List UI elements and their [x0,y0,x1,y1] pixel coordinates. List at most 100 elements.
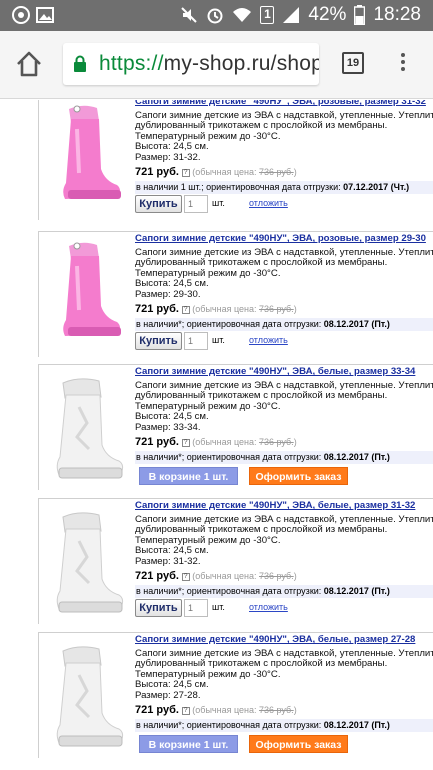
gallery-icon [36,7,54,23]
quantity-input[interactable]: 1 [184,195,208,213]
product-title-link[interactable]: Сапоги зимние детские "490НУ", ЭВА, розо… [135,100,433,108]
old-price-label: (обычная цена: [192,166,259,177]
url-text: https://my-shop.ru/shop [99,52,319,76]
size-line: Размер: 31-32. [135,555,201,567]
ship-date: 08.12.2017 (Пт.) [323,318,390,329]
old-price-value: 736 руб. [259,303,294,314]
old-price-value: 736 руб. [259,436,294,447]
battery-percent: 42% [308,4,347,25]
old-price: (обычная цена: 736 руб.) [192,437,296,447]
availability: в наличии*; ориентировочная дата отгрузк… [135,718,433,732]
checkout-button[interactable]: Оформить заказ [249,735,348,753]
home-icon[interactable] [14,49,44,79]
postpone-link[interactable]: отложить [249,335,288,345]
buy-row: Купить 1 шт. отложить [135,195,433,213]
product-image[interactable] [39,232,129,358]
buy-button[interactable]: Купить [135,599,182,617]
price-line: 721 руб. ? (обычная цена: 736 руб.) [135,435,433,449]
product-card: Сапоги зимние детские "490НУ", ЭВА, белы… [38,632,433,758]
availability: в наличии*; ориентировочная дата отгрузк… [135,317,433,331]
product-image[interactable] [39,633,129,759]
old-price-close: ) [293,704,297,715]
old-price: (обычная цена: 736 руб.) [192,304,296,314]
postpone-link[interactable]: отложить [249,602,288,612]
in-cart-button[interactable]: В корзине 1 шт. [139,467,238,485]
old-price: (обычная цена: 736 руб.) [192,705,296,715]
product-description: Сапоги зимние детские из ЭВА с надставко… [135,247,433,301]
old-price-close: ) [293,570,297,581]
availability: в наличии*; ориентировочная дата отгрузк… [135,584,433,598]
product-card: Сапоги зимние детские "490НУ", ЭВА, розо… [38,231,433,357]
product-title-link[interactable]: Сапоги зимние детские "490НУ", ЭВА, белы… [135,634,433,646]
white-boot-image [56,512,124,613]
product-title-link[interactable]: Сапоги зимние детские "490НУ", ЭВА, белы… [135,366,433,378]
buy-button[interactable]: Купить [135,332,182,350]
in-cart-button[interactable]: В корзине 1 шт. [139,735,238,753]
availability: в наличии*; ориентировочная дата отгрузк… [135,450,433,464]
help-icon[interactable]: ? [181,572,190,581]
price-line: 721 руб. ? (обычная цена: 736 руб.) [135,569,433,583]
tab-switcher-button[interactable]: 19 [342,52,364,74]
signal-icon [283,7,300,23]
price-line: 721 руб. ? (обычная цена: 736 руб.) [135,704,433,717]
product-card: Сапоги зимние детские "490НУ", ЭВА, розо… [38,100,433,220]
product-image[interactable] [39,499,129,625]
product-info: Сапоги зимние детские "490НУ", ЭВА, розо… [135,233,433,331]
quantity-input[interactable]: 1 [184,332,208,350]
ship-date: 08.12.2017 (Пт.) [323,451,390,462]
pink-boot-image [63,242,121,336]
old-price-label: (обычная цена: [192,303,259,314]
product-info: Сапоги зимние детские "490НУ", ЭВА, белы… [135,634,433,732]
price-line: 721 руб. ? (обычная цена: 736 руб.) [135,165,433,179]
price: 721 руб. [135,569,179,582]
product-image[interactable] [39,100,129,221]
product-description: Сапоги зимние детские из ЭВА с надставко… [135,514,433,568]
clock: 18:28 [373,4,421,25]
price-line: 721 руб. ? (обычная цена: 736 руб.) [135,303,433,316]
old-price: (обычная цена: 736 руб.) [192,167,296,177]
availability-text: в наличии*; ориентировочная дата отгрузк… [136,585,324,596]
buy-button[interactable]: Купить [135,195,182,213]
overflow-menu-icon[interactable] [398,50,408,78]
old-price-close: ) [293,303,297,314]
help-icon[interactable]: ? [181,706,190,715]
postpone-link[interactable]: отложить [249,198,288,208]
checkout-button[interactable]: Оформить заказ [249,467,348,485]
product-info: Сапоги зимние детские "490НУ", ЭВА, белы… [135,500,433,598]
product-description: Сапоги зимние детские из ЭВА с надставко… [135,110,433,164]
product-list: Сапоги зимние детские "490НУ", ЭВА, розо… [0,100,433,770]
help-icon[interactable]: ? [181,305,190,314]
buy-row: Купить 1 шт. отложить [135,332,433,350]
old-price-label: (обычная цена: [192,570,259,581]
size-line: Размер: 31-32. [135,151,201,163]
price: 721 руб. [135,165,179,178]
product-title-link[interactable]: Сапоги зимние детские "490НУ", ЭВА, розо… [135,233,433,245]
help-icon[interactable]: ? [181,438,190,447]
old-price-close: ) [293,166,297,177]
old-price-value: 736 руб. [259,166,294,177]
product-info: Сапоги зимние детские "490НУ", ЭВА, белы… [135,366,433,464]
status-bar: 1 42% 18:28 [0,0,433,31]
product-description: Сапоги зимние детские из ЭВА с надставко… [135,380,433,434]
browser-toolbar: https://my-shop.ru/shop 19 [0,31,433,99]
lock-icon [74,55,86,72]
price: 721 руб. [135,435,179,448]
quantity-unit: шт. [212,602,225,612]
old-price-label: (обычная цена: [192,436,259,447]
help-icon[interactable]: ? [181,168,190,177]
product-image[interactable] [39,365,129,491]
ship-date: 08.12.2017 (Пт.) [323,585,390,596]
product-title-link[interactable]: Сапоги зимние детские "490НУ", ЭВА, белы… [135,500,433,512]
chrome-app-icon [12,6,30,24]
cart-row: В корзине 1 шт. Оформить заказ [135,735,433,753]
wifi-icon [233,8,252,22]
url-host: my-shop.ru/shop [163,52,319,75]
mute-icon [181,7,198,23]
quantity-unit: шт. [212,335,225,345]
quantity-unit: шт. [212,198,225,208]
size-line: Размер: 29-30. [135,288,201,300]
quantity-input[interactable]: 1 [184,599,208,617]
availability: в наличии 1 шт.; ориентировочная дата от… [135,180,433,194]
address-bar[interactable]: https://my-shop.ru/shop [63,43,319,85]
system-icons: 1 42% 18:28 [180,4,421,26]
